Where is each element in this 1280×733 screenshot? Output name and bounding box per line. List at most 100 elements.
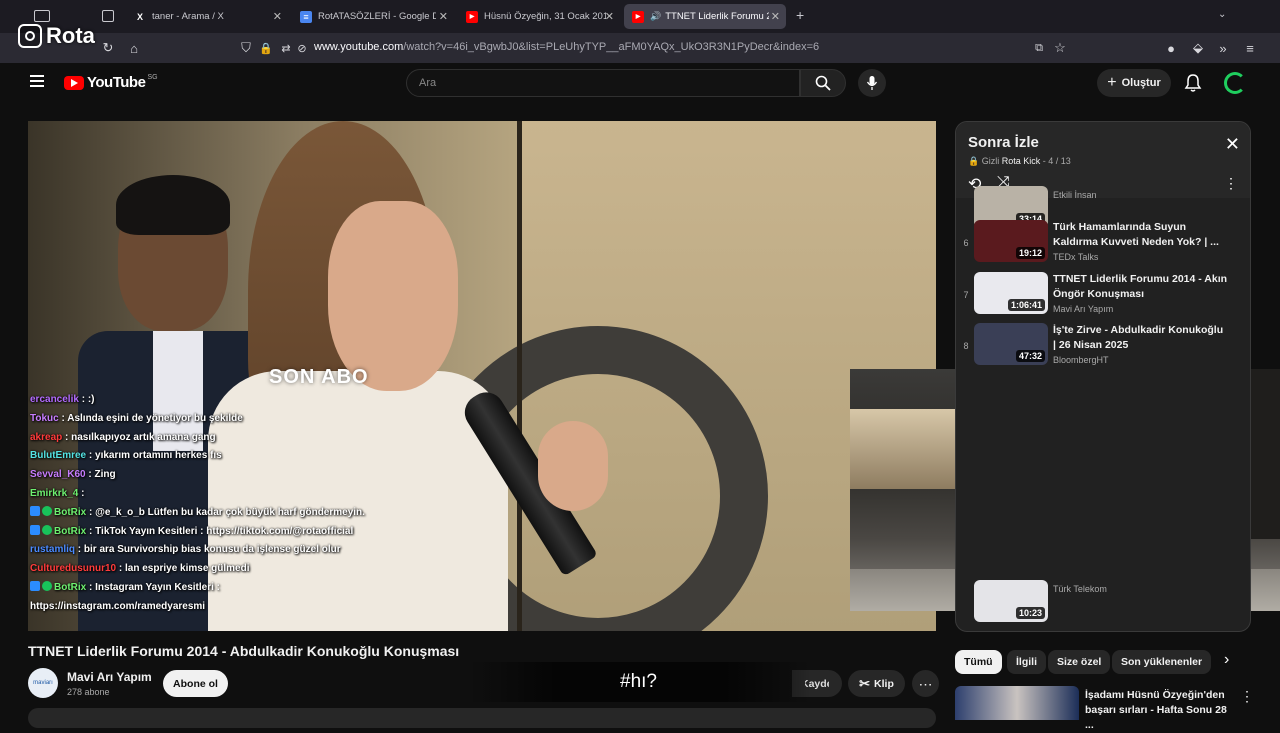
- playlist-item-channel: Mavi Arı Yapım: [1053, 304, 1114, 314]
- playlist-item[interactable]: 7 1:06:41 TTNET Liderlik Forumu 2014 - Akı…: [956, 270, 1250, 321]
- clip-button[interactable]: ✂ Klip: [848, 670, 905, 697]
- tab-youtube-ozyegin[interactable]: ▶ Hüsnü Özyeğin, 31 Ocak 2017 P ✕: [458, 4, 620, 29]
- tracking-icon[interactable]: ⊘: [294, 40, 310, 56]
- browser-tab-bar: X taner - Arama / X ✕ ≡ RotATASÖZLERİ - …: [0, 0, 1280, 33]
- chat-username: Culturedusunur10: [30, 563, 117, 575]
- list-tabs-icon[interactable]: ⌄: [1218, 9, 1226, 20]
- url-field[interactable]: www.youtube.com/watch?v=46i_vBgwbJ0&list…: [314, 41, 819, 53]
- instagram-icon: [18, 24, 42, 48]
- tab-google-docs[interactable]: ≡ RotATASÖZLERİ - Google Dokümanlar ✕: [292, 4, 454, 29]
- bot-badge-icon: [30, 580, 40, 591]
- clip-label: Klip: [874, 677, 894, 690]
- playlist-item-title[interactable]: İş'te Zirve - Abdulkadir Konukoğlu | 26 …: [1053, 323, 1228, 353]
- youtube-logo[interactable]: YouTube SG: [64, 74, 158, 91]
- playlist-panel: Sonra İzle 🔒 Gizli Rota Kick - 4 / 13 ✕ …: [955, 121, 1251, 632]
- account-icon[interactable]: ●: [1163, 40, 1179, 56]
- chat-username: Tokuc: [30, 412, 59, 424]
- chat-text: https://instagram.com/ramedyaresmi: [30, 600, 206, 612]
- verified-badge-icon: [42, 580, 52, 591]
- channel-avatar[interactable]: maviarı: [28, 668, 58, 698]
- home-icon[interactable]: ⌂: [126, 40, 142, 56]
- tab-label: Hüsnü Özyeğin, 31 Ocak 2017 P: [484, 11, 606, 22]
- chat-text: : Aslında eşini de yönetiyor bu şekilde: [58, 412, 243, 424]
- playlist-position: - 4 / 13: [1040, 156, 1071, 166]
- chip-filter[interactable]: Son yüklenenler: [1112, 650, 1212, 674]
- stream-chat-overlay: ercancelik : :) Tokuc : Aslında eşini de …: [30, 391, 430, 617]
- playlist-item-index: 7: [963, 290, 969, 300]
- playlist-privacy: Gizli: [981, 156, 1000, 166]
- region-code: SG: [147, 74, 158, 81]
- shield-icon[interactable]: ⛉: [238, 40, 254, 56]
- chat-text: : Zing: [85, 469, 116, 481]
- channel-name[interactable]: Mavi Arı Yapım: [67, 670, 152, 684]
- close-tab-icon[interactable]: ✕: [771, 10, 780, 23]
- reload-icon[interactable]: ↻: [100, 40, 116, 56]
- close-tab-icon[interactable]: ✕: [439, 10, 448, 23]
- chat-message: BotRix : Instagram Yayın Kesitleri :: [30, 579, 430, 598]
- chat-text: : :): [78, 394, 95, 405]
- tab-overview-icon[interactable]: [102, 10, 114, 22]
- chat-username: BulutEmree: [30, 450, 87, 462]
- playlist-item-thumbnail[interactable]: 19:12: [974, 220, 1048, 262]
- menu-icon[interactable]: ≡: [1242, 40, 1258, 56]
- picture-in-picture-icon[interactable]: ⧉: [1031, 40, 1047, 56]
- close-icon[interactable]: ✕: [1225, 134, 1240, 155]
- playlist-title[interactable]: Sonra İzle: [968, 134, 1039, 151]
- tab-youtube-ttnet[interactable]: ▶ 🔊 TTNET Liderlik Forumu 2014 - ✕: [624, 4, 786, 29]
- permissions-icon[interactable]: ⇄: [278, 40, 294, 56]
- hashtag-overlay-text: #hı?: [620, 671, 657, 692]
- extensions-icon[interactable]: ⬙: [1190, 40, 1206, 56]
- playlist-item[interactable]: 6 19:12 Türk Hamamlarında Suyun Kaldırma K…: [956, 218, 1250, 269]
- chat-username: Sevval_K60: [30, 469, 86, 481]
- more-actions-button[interactable]: ⋯: [912, 670, 939, 697]
- search-button[interactable]: [800, 69, 846, 97]
- recommended-thumbnail[interactable]: [955, 686, 1079, 720]
- chip-filter[interactable]: İlgili: [1007, 650, 1046, 674]
- create-button[interactable]: + Oluştur: [1097, 69, 1171, 97]
- overflow-icon[interactable]: »: [1215, 40, 1231, 56]
- playlist-item-index: 8: [963, 341, 969, 351]
- tab-label: TTNET Liderlik Forumu 2014 -: [665, 11, 770, 22]
- new-tab-button[interactable]: +: [796, 7, 804, 23]
- close-tab-icon[interactable]: ✕: [273, 10, 282, 23]
- playlist-item-thumbnail[interactable]: 1:06:41: [974, 272, 1048, 314]
- verified-badge-icon: [42, 524, 52, 535]
- chat-username: BotRix: [54, 506, 87, 518]
- search-input[interactable]: Ara: [406, 69, 800, 97]
- chat-text: : @e_k_o_b Lütfen bu kadar çok büyük har…: [86, 506, 365, 518]
- chip-filter[interactable]: Size özel: [1048, 650, 1111, 674]
- playlist-owner[interactable]: Rota Kick: [1002, 156, 1041, 166]
- avatar[interactable]: [1224, 72, 1246, 94]
- playlist-item-title[interactable]: Türk Hamamlarında Suyun Kaldırma Kuvveti…: [1053, 220, 1228, 250]
- voice-search-button[interactable]: [858, 69, 886, 97]
- duration-badge: 19:12: [1015, 247, 1045, 259]
- lock-icon[interactable]: 🔒: [258, 40, 274, 56]
- playlist-item-thumbnail[interactable]: 47:32: [974, 323, 1048, 365]
- description-box[interactable]: [28, 708, 936, 728]
- chat-message: rustamliq : bir ara Survivorship bias ko…: [30, 541, 430, 560]
- playlist-item-thumbnail[interactable]: 10:23: [974, 580, 1048, 622]
- speaker-icon[interactable]: 🔊: [650, 11, 661, 22]
- playlist-item[interactable]: 8 47:32 İş'te Zirve - Abdulkadir Konukoğlu…: [956, 321, 1250, 372]
- playlist-item-title[interactable]: TTNET Liderlik Forumu 2014 - Akın Öngör …: [1053, 272, 1228, 302]
- sidebar-toggle-icon[interactable]: [34, 10, 50, 22]
- duration-badge: 1:06:41: [1007, 299, 1045, 311]
- close-tab-icon[interactable]: ✕: [605, 10, 614, 23]
- subscribe-button[interactable]: Abone ol: [163, 670, 228, 697]
- chat-message: Tokuc : Aslında eşini de yönetiyor bu şe…: [30, 410, 430, 429]
- chat-username: BotRix: [54, 581, 87, 593]
- recommended-more-icon[interactable]: ⋮: [1240, 688, 1254, 705]
- chat-message: Emirkrk_4 :: [30, 485, 430, 504]
- chat-message: ercancelik : :): [30, 391, 430, 410]
- chip-filter[interactable]: Tümü: [955, 650, 1002, 674]
- tab-x-search[interactable]: X taner - Arama / X ✕: [126, 4, 288, 29]
- chat-username: Emirkrk_4: [30, 487, 79, 499]
- bookmark-star-icon[interactable]: ☆: [1052, 40, 1068, 56]
- notifications-bell-icon[interactable]: [1184, 73, 1202, 93]
- youtube-play-icon: [64, 75, 84, 90]
- hamburger-menu-icon[interactable]: [30, 75, 44, 87]
- recommended-title[interactable]: İşadamı Hüsnü Özyeğin'den başarı sırları…: [1085, 688, 1230, 733]
- chevron-right-icon[interactable]: ›: [1224, 651, 1229, 669]
- playlist-item[interactable]: 10:23 Türk Telekom: [956, 578, 1250, 629]
- rota-label: Rota: [46, 23, 95, 48]
